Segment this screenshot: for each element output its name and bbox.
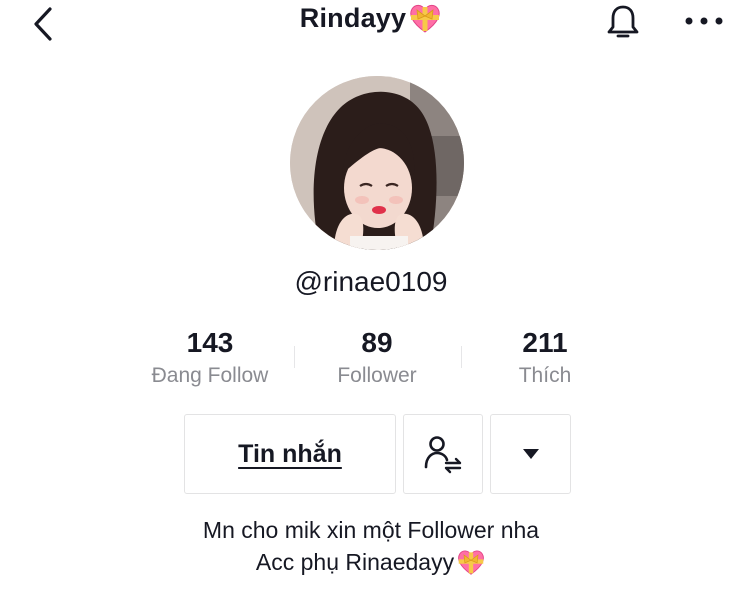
avatar[interactable] [290,76,464,250]
profile-name: Rindayy [299,2,407,33]
more-icon [685,17,723,25]
notification-button[interactable] [603,2,643,42]
following-count: 143 [186,327,234,358]
heart-ribbon-emoji-icon [410,4,440,33]
bell-icon [607,5,639,38]
message-button-label: Tin nhắn [238,439,342,468]
stat-likes[interactable]: 211 Thích [460,326,630,388]
friend-status-button[interactable] [403,414,483,494]
suggested-accounts-dropdown[interactable] [490,414,571,494]
followers-label: Follower [337,364,417,387]
bio: Mn cho mik xin một Follower nha Acc phụ … [0,514,742,578]
following-label: Đang Follow [151,364,269,387]
triangle-down-icon [522,449,539,459]
add-friend-icon [424,436,462,474]
stat-followers[interactable]: 89 Follower [292,326,462,388]
followers-count: 89 [361,327,393,358]
likes-count: 211 [522,327,568,358]
heart-ribbon-emoji-icon [458,550,484,575]
likes-label: Thích [518,364,572,387]
more-options-button[interactable] [680,4,728,38]
stat-following[interactable]: 143 Đang Follow [125,326,295,388]
avatar-image [290,76,464,250]
message-button[interactable]: Tin nhắn [184,414,396,494]
bio-line-2: Acc phụ Rinaedayy [255,549,455,575]
bio-line-1: Mn cho mik xin một Follower nha [202,517,540,543]
username-handle: @rinae0109 [294,266,448,297]
